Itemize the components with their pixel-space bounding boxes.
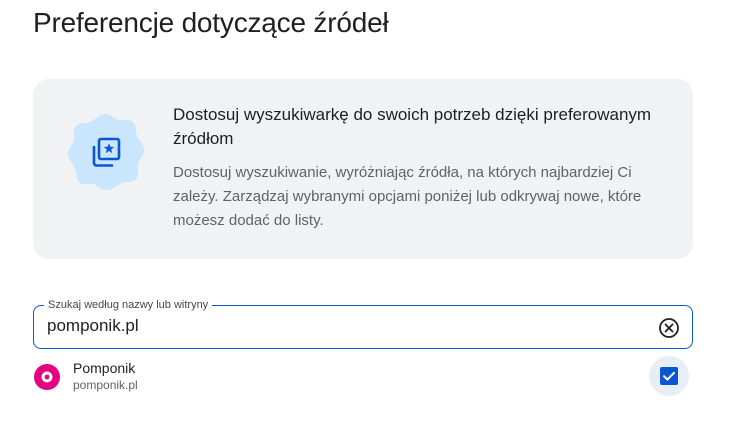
clear-icon[interactable] <box>658 317 680 339</box>
site-favicon-icon <box>33 363 61 391</box>
info-card-description: Dostosuj wyszukiwanie, wyróżniając źródł… <box>173 164 642 229</box>
info-card-title: Dostosuj wyszukiwarkę do swoich potrzeb … <box>173 105 652 148</box>
site-domain: pomponik.pl <box>73 378 138 392</box>
info-card: Dostosuj wyszukiwarkę do swoich potrzeb … <box>33 79 693 259</box>
search-label: Szukaj według nazwy lub witryny <box>44 298 213 312</box>
site-name: Pomponik <box>73 360 136 376</box>
star-collection-icon <box>63 110 147 194</box>
result-checkbox[interactable] <box>649 356 689 396</box>
list-item[interactable]: Pomponik pomponik.pl <box>33 356 693 398</box>
search-value[interactable]: pomponik.pl <box>47 316 139 336</box>
search-input[interactable]: Szukaj według nazwy lub witryny pomponik… <box>33 298 693 349</box>
check-icon <box>660 367 678 385</box>
page-title: Preferencje dotyczące źródeł <box>33 7 389 38</box>
